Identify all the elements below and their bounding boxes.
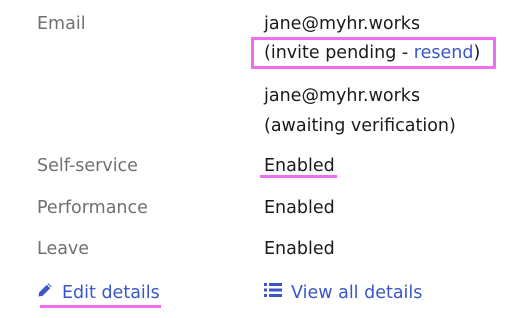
pencil-icon [37, 278, 53, 308]
self-service-label: Self-service [37, 156, 138, 176]
list-icon [264, 278, 282, 308]
performance-value: Enabled [264, 198, 335, 218]
invite-pending-prefix: (invite pending - [264, 43, 414, 63]
leave-value: Enabled [264, 239, 335, 259]
resend-invite-link[interactable]: resend [414, 43, 474, 63]
email-address-primary: jane@myhr.works [264, 14, 421, 34]
view-all-details-link[interactable]: View all details [264, 278, 422, 308]
invite-pending-suffix: ) [473, 43, 481, 63]
self-service-highlight [260, 175, 337, 178]
view-all-details-label: View all details [291, 283, 423, 303]
performance-label: Performance [37, 198, 148, 218]
email-label: Email [37, 14, 86, 34]
leave-label: Leave [37, 239, 90, 259]
invite-pending-status: (invite pending - resend) [264, 38, 480, 68]
employee-details-panel: Email jane@myhr.works (invite pending - … [0, 0, 530, 318]
edit-details-link[interactable]: Edit details [37, 278, 160, 308]
edit-details-highlight [40, 305, 161, 308]
awaiting-verification-status: (awaiting verification) [264, 116, 456, 136]
edit-details-label: Edit details [62, 283, 160, 303]
email-address-secondary: jane@myhr.works [264, 86, 421, 106]
